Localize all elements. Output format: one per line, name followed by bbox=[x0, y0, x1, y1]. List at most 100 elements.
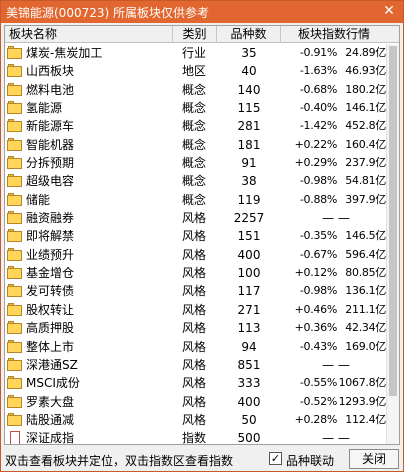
table-row[interactable]: 高质押股 风格 113 +0.36% 42.34亿 bbox=[5, 319, 386, 337]
sector-name: 新能源车 bbox=[26, 119, 75, 134]
sector-name: 高质押股 bbox=[26, 321, 75, 336]
sector-count: 400 bbox=[237, 247, 261, 262]
sector-amount: 160.4亿 bbox=[345, 137, 386, 151]
table-row[interactable]: 煤炭-焦炭加工 行业 35 -0.91% 24.89亿 bbox=[5, 44, 386, 62]
sector-index-empty: — — bbox=[322, 211, 350, 226]
sector-change-pct: +0.28% bbox=[294, 412, 338, 426]
sector-type: 概念 bbox=[181, 137, 206, 152]
table-row[interactable]: MSCI成份 风格 333 -0.55% 1067.8亿 bbox=[5, 374, 386, 392]
sector-change-pct: -0.68% bbox=[299, 82, 337, 96]
table-row[interactable]: 分拆预期 概念 91 +0.29% 237.9亿 bbox=[5, 154, 386, 172]
vertical-scrollbar[interactable] bbox=[386, 44, 399, 444]
table-row[interactable]: 超级电容 概念 38 -0.98% 54.81亿 bbox=[5, 172, 386, 190]
sector-amount: 46.93亿 bbox=[345, 64, 386, 78]
linkage-label[interactable]: 品种联动 bbox=[286, 452, 334, 469]
folder-icon bbox=[7, 82, 23, 97]
sector-amount: 596.4亿 bbox=[345, 247, 386, 261]
table-row[interactable]: 股权转让 风格 271 +0.46% 211.1亿 bbox=[5, 301, 386, 319]
sector-type: 风格 bbox=[181, 321, 206, 336]
sector-change-pct: +0.46% bbox=[294, 302, 338, 316]
sector-type: 概念 bbox=[181, 82, 206, 97]
sector-count: 35 bbox=[241, 46, 257, 60]
sector-count: 400 bbox=[237, 394, 261, 409]
table-row[interactable]: 智能机器 概念 181 +0.22% 160.4亿 bbox=[5, 136, 386, 154]
folder-icon bbox=[7, 229, 23, 243]
sector-count: 333 bbox=[237, 376, 261, 391]
sector-count: 40 bbox=[241, 64, 257, 79]
sector-change-pct: -0.52% bbox=[299, 394, 337, 408]
scrollbar-thumb[interactable] bbox=[389, 46, 397, 396]
document-icon bbox=[7, 431, 23, 444]
table-row[interactable]: 燃料电池 概念 140 -0.68% 180.2亿 bbox=[5, 81, 386, 99]
sector-count: 271 bbox=[237, 302, 261, 317]
sector-name: 即将解禁 bbox=[26, 229, 75, 244]
sector-amount: 211.1亿 bbox=[345, 302, 386, 316]
sector-count: 50 bbox=[241, 412, 257, 427]
title-bar[interactable]: 美锦能源(000723) 所属板块仅供参考 ✕ bbox=[1, 1, 403, 23]
header-count[interactable]: 品种数 bbox=[217, 26, 281, 43]
sector-change-pct: -1.42% bbox=[299, 119, 337, 133]
sector-count: 181 bbox=[237, 137, 261, 152]
table-row[interactable]: 山西板块 地区 40 -1.63% 46.93亿 bbox=[5, 62, 386, 80]
header-index[interactable]: 板块指数行情 bbox=[281, 26, 387, 43]
sector-type: 风格 bbox=[181, 376, 206, 391]
table-row[interactable]: 陆股通减 风格 50 +0.28% 112.4亿 bbox=[5, 411, 386, 429]
sector-change-pct: -0.88% bbox=[299, 192, 337, 206]
sector-name: 超级电容 bbox=[26, 174, 75, 189]
sector-amount: 24.89亿 bbox=[345, 46, 386, 59]
sector-name: 业绩预升 bbox=[26, 247, 75, 262]
sector-change-pct: -0.43% bbox=[299, 339, 337, 353]
sector-type: 风格 bbox=[181, 247, 206, 262]
sector-name: 深证成指 bbox=[26, 431, 75, 445]
sector-name: 燃料电池 bbox=[26, 82, 75, 97]
table-row[interactable]: 发可转债 风格 117 -0.98% 136.1亿 bbox=[5, 282, 386, 300]
sector-count: 117 bbox=[237, 284, 261, 299]
header-name[interactable]: 板块名称 bbox=[5, 26, 173, 43]
table-row[interactable]: 业绩预升 风格 400 -0.67% 596.4亿 bbox=[5, 246, 386, 264]
table-row[interactable]: 深证成指 指数 500 — — bbox=[5, 429, 385, 445]
sector-count: 113 bbox=[237, 321, 261, 336]
sector-amount: 180.2亿 bbox=[345, 82, 386, 96]
table-row[interactable]: 罗素大盘 风格 400 -0.52% 1293.9亿 bbox=[5, 393, 386, 411]
sector-type: 概念 bbox=[181, 156, 206, 171]
sector-change-pct: -0.98% bbox=[299, 174, 337, 188]
sector-count: 94 bbox=[241, 339, 257, 354]
sector-count: 500 bbox=[237, 431, 261, 445]
sector-amount: 146.1亿 bbox=[345, 101, 386, 115]
status-hint: 双击查看板块并定位，双击指数区查看指数 bbox=[5, 454, 234, 468]
table-row[interactable]: 深港通SZ 风格 851 — — bbox=[5, 356, 385, 374]
sector-change-pct: -0.40% bbox=[299, 101, 337, 115]
folder-icon bbox=[7, 247, 23, 262]
sector-name: 陆股通减 bbox=[26, 412, 75, 427]
sector-name: 基金增仓 bbox=[26, 266, 75, 281]
table-row[interactable]: 储能 概念 119 -0.88% 397.9亿 bbox=[5, 191, 386, 209]
sector-count: 151 bbox=[237, 229, 261, 244]
sector-type: 风格 bbox=[181, 266, 206, 281]
sector-name: 智能机器 bbox=[26, 137, 75, 152]
table-row[interactable]: 基金增仓 风格 100 +0.12% 80.85亿 bbox=[5, 264, 386, 282]
sector-change-pct: +0.29% bbox=[294, 156, 338, 170]
table-row[interactable]: 融资融券 风格 2257 — — bbox=[5, 209, 385, 227]
header-type[interactable]: 类别 bbox=[173, 26, 217, 43]
sector-type: 行业 bbox=[181, 46, 206, 60]
close-button[interactable]: 关闭 bbox=[349, 449, 399, 469]
folder-icon bbox=[7, 394, 23, 409]
sector-change-pct: -0.98% bbox=[299, 284, 337, 298]
folder-icon bbox=[7, 266, 23, 280]
table-row[interactable]: 整体上市 风格 94 -0.43% 169.0亿 bbox=[5, 338, 386, 356]
close-icon[interactable]: ✕ bbox=[380, 2, 398, 20]
table-row[interactable]: 氢能源 概念 115 -0.40% 146.1亿 bbox=[5, 99, 386, 117]
sector-type: 风格 bbox=[181, 412, 206, 427]
linkage-checkbox[interactable]: ✓ bbox=[269, 452, 282, 465]
sector-name: 氢能源 bbox=[26, 101, 63, 116]
sector-change-pct: +0.12% bbox=[294, 266, 338, 280]
sector-count: 851 bbox=[237, 357, 261, 372]
sector-type: 风格 bbox=[181, 302, 206, 317]
sector-type: 风格 bbox=[181, 339, 206, 354]
table-row[interactable]: 新能源车 概念 281 -1.42% 452.8亿 bbox=[5, 117, 386, 135]
sector-change-pct: -1.63% bbox=[299, 64, 337, 78]
table-row[interactable]: 即将解禁 风格 151 -0.35% 146.5亿 bbox=[5, 227, 386, 245]
sector-count: 100 bbox=[237, 266, 261, 281]
sector-amount: 54.81亿 bbox=[345, 174, 386, 188]
sector-count: 115 bbox=[237, 101, 261, 116]
